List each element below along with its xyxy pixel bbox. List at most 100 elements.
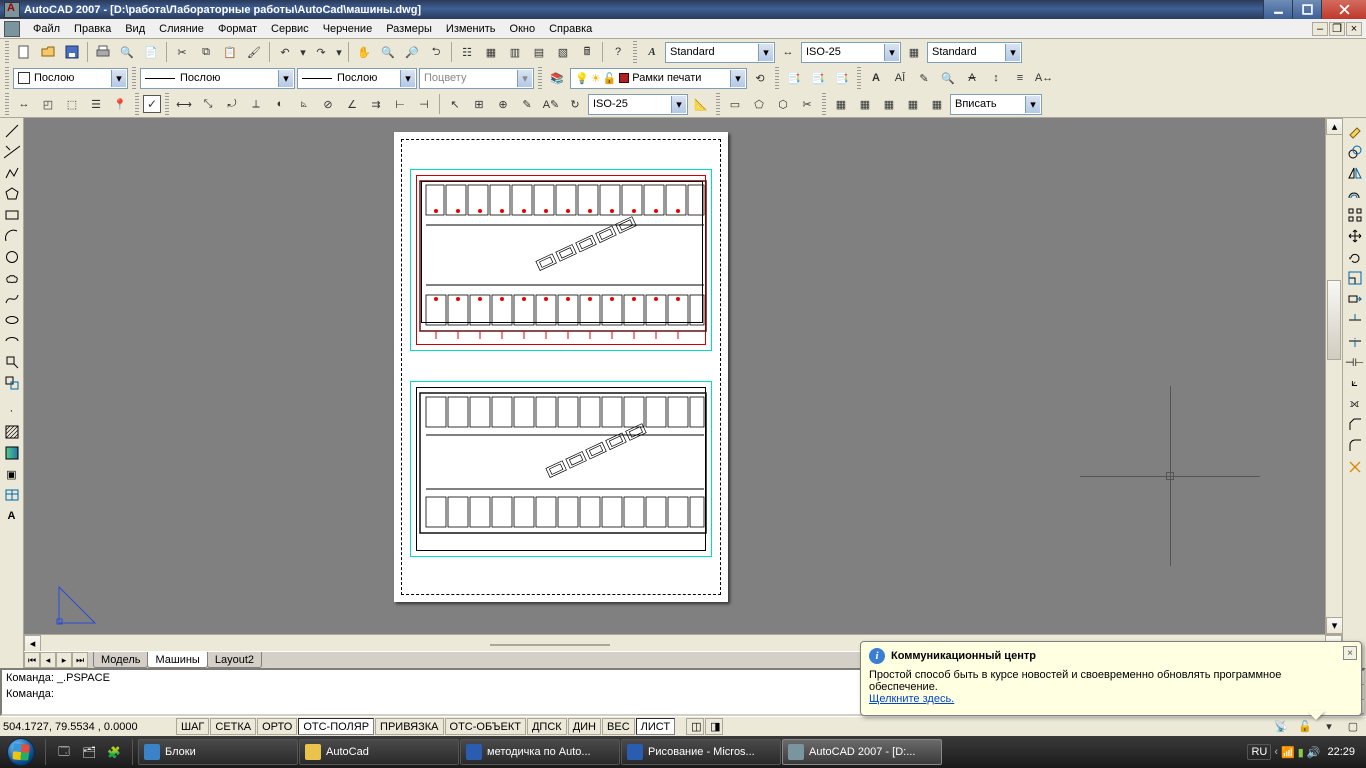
vp4-icon[interactable]: ▦ — [878, 93, 900, 115]
minimize-button[interactable] — [1263, 0, 1292, 19]
mdi-minimize[interactable]: – — [1312, 22, 1328, 36]
id-icon[interactable]: 📍 — [109, 93, 131, 115]
color-combo[interactable]: Послою▾ — [13, 68, 128, 89]
vp2-icon[interactable]: ▦ — [830, 93, 852, 115]
list-icon[interactable]: ☰ — [85, 93, 107, 115]
dim-radius-icon[interactable]: ◐ — [269, 93, 291, 115]
plotstyle-combo[interactable]: Поцвету▾ — [419, 68, 534, 89]
task-item[interactable]: методичка по Auto... — [460, 739, 620, 765]
mirror-icon[interactable] — [1344, 163, 1366, 183]
ql-showdesktop-icon[interactable]: 🗔 — [52, 739, 76, 765]
layer-combo[interactable]: 💡 ☀ 🔓 Рамки печати ▾ — [570, 68, 747, 89]
scale-icon[interactable]: ↕ — [985, 67, 1007, 89]
tab-model[interactable]: Модель — [93, 652, 148, 668]
revcloud-icon[interactable] — [1, 268, 23, 288]
toggle-osnap[interactable]: ПРИВЯЗКА — [375, 718, 443, 735]
textstyle-combo[interactable]: Standard▾ — [665, 42, 775, 63]
vpscale-combo[interactable]: Вписать▾ — [950, 94, 1042, 115]
dim-baseline-icon[interactable]: ⊢ — [389, 93, 411, 115]
tab-last[interactable]: ⏭ — [72, 652, 88, 668]
region2-icon[interactable]: ▣ — [1, 464, 23, 484]
trim-icon[interactable] — [1344, 310, 1366, 330]
vp-single-icon[interactable]: ▭ — [724, 93, 746, 115]
find-icon[interactable]: 🔍 — [937, 67, 959, 89]
dimstyle-icon[interactable]: ↔ — [777, 41, 799, 63]
grip[interactable] — [633, 41, 637, 63]
textstyle-icon[interactable]: A — [641, 41, 663, 63]
offset-icon[interactable] — [1344, 184, 1366, 204]
area-icon[interactable]: ◰ — [37, 93, 59, 115]
grip[interactable] — [132, 67, 136, 89]
layer-mgr-icon[interactable]: 📑 — [783, 67, 805, 89]
extend-icon[interactable] — [1344, 331, 1366, 351]
rotate-icon[interactable] — [1344, 247, 1366, 267]
toggle-ortho[interactable]: ОРТО — [257, 718, 297, 735]
ql-switch-icon[interactable]: 🗂 — [77, 739, 101, 765]
tray-battery-icon[interactable]: ▮ — [1298, 746, 1304, 759]
menu-tools[interactable]: Сервис — [264, 21, 316, 37]
undo-drop[interactable]: ▾ — [298, 41, 308, 63]
tab-first[interactable]: ⏮ — [24, 652, 40, 668]
dim-center-icon[interactable]: ⊕ — [492, 93, 514, 115]
text-edit-icon[interactable]: ✎ — [913, 67, 935, 89]
dim-continue-icon[interactable]: ⊣ — [413, 93, 435, 115]
grip[interactable] — [5, 41, 9, 63]
mtext2-icon[interactable]: A — [1, 506, 23, 526]
toolpal-icon[interactable]: ▥ — [504, 41, 526, 63]
array-icon[interactable] — [1344, 205, 1366, 225]
vp3-icon[interactable]: ▦ — [854, 93, 876, 115]
grip[interactable] — [538, 67, 542, 89]
maximize-button[interactable] — [1292, 0, 1321, 19]
cut-icon[interactable]: ✂ — [171, 41, 193, 63]
toggle-snap[interactable]: ШАГ — [176, 718, 209, 735]
toggle-check[interactable]: ✓ — [143, 95, 161, 113]
publish-icon[interactable]: 📄 — [140, 41, 162, 63]
gradient-icon[interactable] — [1, 443, 23, 463]
properties-icon[interactable]: ☷ — [456, 41, 478, 63]
rectangle-icon[interactable] — [1, 205, 23, 225]
point-icon[interactable]: · — [1, 401, 23, 421]
mdi-doc-icon[interactable] — [4, 21, 20, 37]
tray-sound-icon[interactable]: 🔊 — [1307, 746, 1321, 759]
move-icon[interactable] — [1344, 226, 1366, 246]
markup-icon[interactable]: ▧ — [552, 41, 574, 63]
scale2-icon[interactable] — [1344, 268, 1366, 288]
layers-icon[interactable]: 📚 — [546, 67, 568, 89]
new-icon[interactable] — [13, 41, 35, 63]
menu-modify[interactable]: Изменить — [439, 21, 503, 37]
tablestyle-icon[interactable]: ▦ — [903, 41, 925, 63]
arc-icon[interactable] — [1, 226, 23, 246]
xline-icon[interactable] — [1, 142, 23, 162]
drawing-canvas[interactable]: ▴ ▾ /*rendered statically below*/ — [24, 118, 1342, 634]
grip[interactable] — [5, 93, 9, 115]
plot-preview-icon[interactable]: 🔍 — [116, 41, 138, 63]
lineweight-combo[interactable]: Послою▾ — [297, 68, 417, 89]
toggle-paper[interactable]: ЛИСТ — [636, 718, 675, 735]
dim-linear-icon[interactable]: ⟷ — [173, 93, 195, 115]
dim-diameter-icon[interactable]: ⊘ — [317, 93, 339, 115]
save-icon[interactable] — [61, 41, 83, 63]
explode-icon[interactable] — [1344, 457, 1366, 477]
pan-icon[interactable]: ✋ — [353, 41, 375, 63]
insert-icon[interactable] — [1, 352, 23, 372]
dim-update-icon[interactable]: ↻ — [564, 93, 586, 115]
layer-state2-icon[interactable]: 📑 — [831, 67, 853, 89]
undo-icon[interactable]: ↶ — [274, 41, 296, 63]
dimstyle2-combo[interactable]: ISO-25▾ — [588, 94, 688, 115]
polygon-icon[interactable] — [1, 184, 23, 204]
dim-quick-icon[interactable]: ⇉ — [365, 93, 387, 115]
mtext-icon[interactable]: A — [865, 67, 887, 89]
toggle-otrack[interactable]: ОТС-ОБЪЕКТ — [445, 718, 526, 735]
distance-icon[interactable]: ↔ — [13, 93, 35, 115]
grip[interactable] — [857, 67, 861, 89]
dim-arc-icon[interactable]: ⤾ — [221, 93, 243, 115]
menu-format[interactable]: Формат — [211, 21, 264, 37]
grip[interactable] — [5, 67, 9, 89]
quickcalc-icon[interactable]: 🖩 — [576, 41, 598, 63]
help-icon[interactable]: ? — [607, 41, 629, 63]
comm-center-icon[interactable]: 📡 — [1270, 716, 1292, 738]
menu-edit[interactable]: Правка — [67, 21, 118, 37]
region-icon[interactable]: ⬚ — [61, 93, 83, 115]
status-coords[interactable]: 504.1727, 79.5534 , 0.0000 — [0, 721, 175, 733]
sb-extra2[interactable]: ◨ — [705, 718, 723, 735]
